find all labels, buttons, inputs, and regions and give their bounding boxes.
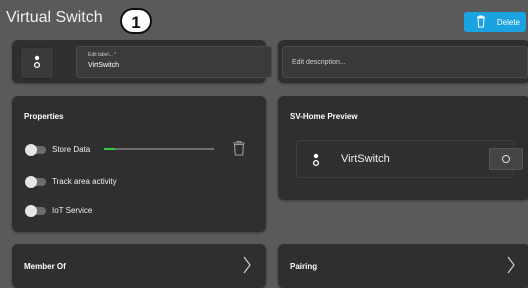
store-data-label: Store Data xyxy=(52,145,91,154)
toggle-knob xyxy=(25,205,37,217)
store-data-slider[interactable] xyxy=(104,148,214,150)
label-input-value: VirtSwitch xyxy=(88,62,119,69)
toggle-knob xyxy=(25,176,37,188)
device-switch-icon xyxy=(312,153,320,167)
device-icon-button[interactable] xyxy=(20,47,54,79)
member-of-title: Member Of xyxy=(24,262,66,271)
delete-button-label: Delete xyxy=(496,17,520,27)
member-of-card[interactable]: Member Of xyxy=(12,244,266,288)
page-title: Virtual Switch xyxy=(6,9,103,26)
description-card: Edit description... xyxy=(278,40,528,83)
label-input[interactable]: Edit label... * VirtSwitch xyxy=(76,46,272,78)
store-data-slider-fill xyxy=(104,148,115,150)
label-input-caption: Edit label... * xyxy=(88,52,117,58)
top-bar: Virtual Switch 1 Delete xyxy=(0,0,528,36)
iot-service-label: IoT Service xyxy=(52,206,93,215)
description-placeholder: Edit description... xyxy=(292,59,346,66)
label-card: Edit label... * VirtSwitch xyxy=(12,40,272,83)
pairing-title: Pairing xyxy=(290,262,318,271)
iot-service-toggle[interactable] xyxy=(25,205,46,217)
device-switch-icon xyxy=(33,55,41,69)
delete-button[interactable]: Delete xyxy=(464,12,526,32)
properties-title: Properties xyxy=(24,112,64,121)
properties-card: Properties Store Data Track area activit… xyxy=(12,96,266,232)
chevron-right-icon xyxy=(507,256,515,274)
preview-title: SV-Home Preview xyxy=(290,112,358,121)
description-input[interactable]: Edit description... xyxy=(282,46,528,78)
store-data-toggle[interactable] xyxy=(25,144,46,156)
chevron-right-icon xyxy=(243,256,251,274)
step-badge: 1 xyxy=(120,8,152,34)
preview-card: SV-Home Preview VirtSwitch xyxy=(278,96,528,200)
preview-switch-button[interactable] xyxy=(489,148,523,170)
track-area-toggle[interactable] xyxy=(25,176,46,188)
pairing-card[interactable]: Pairing xyxy=(278,244,528,288)
preview-device-tile: VirtSwitch xyxy=(296,140,523,178)
track-area-label: Track area activity xyxy=(52,177,117,186)
toggle-knob xyxy=(25,144,37,156)
trash-icon xyxy=(477,15,485,28)
trash-icon[interactable] xyxy=(232,140,246,156)
preview-device-name: VirtSwitch xyxy=(341,153,390,165)
circle-icon xyxy=(502,155,510,163)
